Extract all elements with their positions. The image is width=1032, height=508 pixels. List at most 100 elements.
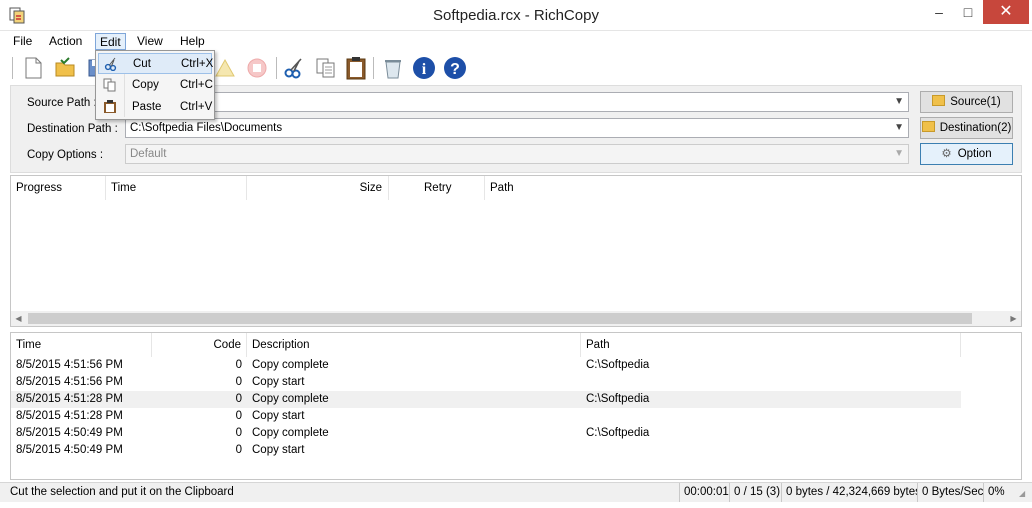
- log-path: C:\Softpedia: [586, 427, 650, 439]
- paste-icon[interactable]: [343, 55, 369, 81]
- menu-item-paste[interactable]: Paste Ctrl+V: [98, 97, 212, 118]
- column-header-time[interactable]: Time: [11, 333, 152, 357]
- log-list[interactable]: Time Code Description Path 8/5/2015 4:51…: [10, 332, 1022, 480]
- minimize-button[interactable]: –: [925, 0, 953, 24]
- log-time: 8/5/2015 4:50:49 PM: [16, 444, 123, 456]
- menu-bar: File Action Edit View Help: [0, 31, 1032, 51]
- close-button[interactable]: ✕: [983, 0, 1029, 24]
- menu-file[interactable]: File: [9, 33, 36, 50]
- log-row[interactable]: 8/5/2015 4:50:49 PM 0 Copy complete C:\S…: [11, 425, 961, 442]
- column-header-retry[interactable]: Retry: [389, 176, 485, 200]
- log-code: 0: [235, 444, 242, 456]
- column-header-path[interactable]: Path: [485, 176, 1021, 200]
- svg-text:?: ?: [450, 61, 460, 78]
- progress-list[interactable]: Progress Time Size Retry Path ◀ ▶: [10, 175, 1022, 327]
- destination-path-combo[interactable]: C:\Softpedia Files\Documents ▼: [125, 118, 909, 138]
- open-icon[interactable]: [52, 55, 78, 81]
- log-description: Copy start: [252, 410, 305, 422]
- info-icon[interactable]: i: [411, 55, 437, 81]
- log-code: 0: [235, 410, 242, 422]
- copy-options-label: Copy Options :: [27, 149, 104, 161]
- menu-item-label: Cut: [133, 58, 151, 70]
- window-title: Softpedia.rcx - RichCopy: [433, 7, 599, 24]
- scrollbar-thumb[interactable]: [28, 313, 972, 324]
- log-description: Copy start: [252, 444, 305, 456]
- log-time: 8/5/2015 4:51:28 PM: [16, 410, 123, 422]
- scroll-left-icon[interactable]: ◀: [11, 311, 26, 326]
- folder-icon: [921, 121, 935, 132]
- log-code: 0: [235, 376, 242, 388]
- status-elapsed: 00:00:01: [679, 483, 729, 502]
- column-header-description[interactable]: Description: [247, 333, 581, 357]
- menu-item-copy[interactable]: Copy Ctrl+C: [98, 75, 213, 96]
- scroll-right-icon[interactable]: ▶: [1006, 311, 1021, 326]
- column-header-time[interactable]: Time: [106, 176, 247, 200]
- log-row[interactable]: 8/5/2015 4:51:56 PM 0 Copy start: [11, 374, 961, 391]
- menu-item-cut[interactable]: Cut Ctrl+X: [98, 53, 214, 74]
- menu-help[interactable]: Help: [176, 33, 209, 50]
- status-message: Cut the selection and put it on the Clip…: [10, 486, 234, 498]
- maximize-button[interactable]: □: [954, 0, 982, 24]
- menu-view[interactable]: View: [133, 33, 167, 50]
- copy-options-combo: Default ▼: [125, 144, 909, 164]
- log-time: 8/5/2015 4:51:56 PM: [16, 376, 123, 388]
- source-button[interactable]: Source(1): [920, 91, 1013, 113]
- log-row[interactable]: 8/5/2015 4:50:49 PM 0 Copy start: [11, 442, 961, 459]
- destination-button[interactable]: Destination(2): [920, 117, 1013, 139]
- recycle-bin-icon[interactable]: [380, 55, 406, 81]
- log-code: 0: [235, 393, 242, 405]
- help-icon[interactable]: ?: [442, 55, 468, 81]
- source-path-combo[interactable]: ▼: [125, 92, 909, 112]
- menu-action[interactable]: Action: [45, 33, 86, 50]
- destination-path-label: Destination Path :: [27, 123, 118, 135]
- source-path-label: Source Path :: [27, 97, 97, 109]
- log-description: Copy complete: [252, 359, 329, 371]
- stop-icon[interactable]: [244, 55, 270, 81]
- title-bar: Softpedia.rcx - RichCopy – □ ✕: [0, 0, 1032, 31]
- menu-item-label: Paste: [132, 101, 162, 113]
- new-file-icon[interactable]: [20, 55, 46, 81]
- log-code: 0: [235, 427, 242, 439]
- log-description: Copy complete: [252, 427, 329, 439]
- status-bar: Cut the selection and put it on the Clip…: [0, 482, 1032, 502]
- menu-item-shortcut: Ctrl+X: [181, 58, 214, 70]
- pause-icon[interactable]: [212, 55, 238, 81]
- status-percent: 0%: [983, 483, 1018, 502]
- column-header-progress[interactable]: Progress: [11, 176, 106, 200]
- edit-menu-dropdown: Cut Ctrl+X Copy Ctrl+C Paste Ctrl+V: [95, 50, 215, 120]
- cut-icon: [103, 56, 119, 72]
- log-time: 8/5/2015 4:51:28 PM: [16, 393, 123, 405]
- resize-grip-icon[interactable]: ◢: [1019, 489, 1029, 499]
- option-button-label: Option: [957, 148, 992, 160]
- copy-options-value: Default: [130, 148, 167, 160]
- column-header-path[interactable]: Path: [581, 333, 961, 357]
- log-row[interactable]: 8/5/2015 4:51:28 PM 0 Copy start: [11, 408, 961, 425]
- menu-item-label: Copy: [132, 79, 159, 91]
- log-path: C:\Softpedia: [586, 393, 650, 405]
- log-row[interactable]: 8/5/2015 4:51:28 PM 0 Copy complete C:\S…: [11, 391, 961, 408]
- log-row[interactable]: 8/5/2015 4:51:56 PM 0 Copy complete C:\S…: [11, 357, 961, 374]
- horizontal-scrollbar[interactable]: ◀ ▶: [11, 311, 1021, 326]
- log-time: 8/5/2015 4:50:49 PM: [16, 427, 123, 439]
- column-header-code[interactable]: Code: [152, 333, 247, 357]
- destination-path-value: C:\Softpedia Files\Documents: [130, 122, 283, 134]
- chevron-down-icon[interactable]: ▼: [894, 119, 904, 137]
- log-code: 0: [235, 359, 242, 371]
- log-description: Copy complete: [252, 393, 329, 405]
- copy-icon: [102, 77, 118, 93]
- chevron-down-icon[interactable]: ▼: [894, 93, 904, 111]
- status-bytes: 0 bytes / 42,324,669 bytes: [781, 483, 917, 502]
- menu-edit[interactable]: Edit: [95, 33, 126, 50]
- cut-icon[interactable]: [281, 55, 307, 81]
- toolbar-separator: [373, 57, 374, 79]
- copy-icon[interactable]: [313, 55, 339, 81]
- gear-icon: ⚙: [941, 148, 952, 160]
- source-button-label: Source(1): [950, 96, 1001, 108]
- toolbar-separator: [276, 57, 277, 79]
- column-header-size[interactable]: Size: [247, 176, 389, 200]
- option-button[interactable]: ⚙ Option: [920, 143, 1013, 165]
- status-files: 0 / 15 (3): [729, 483, 781, 502]
- log-description: Copy start: [252, 376, 305, 388]
- paste-icon: [102, 99, 118, 115]
- svg-text:i: i: [422, 61, 427, 78]
